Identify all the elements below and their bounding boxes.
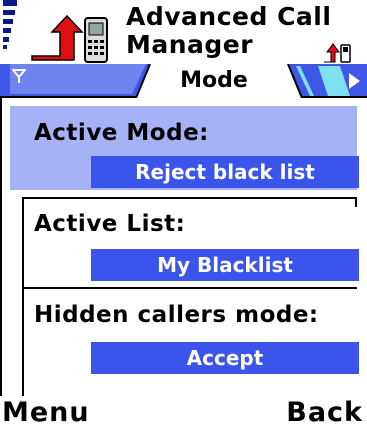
active-list-value[interactable]: My Blacklist (91, 249, 359, 281)
active-mode-value[interactable]: Reject black list (91, 156, 359, 188)
active-mode-label[interactable]: Active Mode: (34, 120, 209, 146)
app-title-line-2: Manager (126, 30, 254, 59)
divider (23, 197, 357, 199)
list-edge (22, 197, 24, 396)
phone-arrow-icon (30, 10, 115, 66)
small-phone-arrow-icon (322, 42, 352, 64)
tab-scroll-right-icon[interactable] (347, 73, 361, 89)
antenna-icon (10, 68, 28, 83)
frame-edge (0, 98, 2, 194)
menu-softkey[interactable]: Menu (2, 397, 90, 429)
active-list-label[interactable]: Active List: (34, 211, 185, 237)
hidden-callers-mode-label[interactable]: Hidden callers mode: (34, 302, 319, 328)
hidden-callers-mode-value[interactable]: Accept (91, 342, 359, 374)
divider (23, 287, 357, 289)
tab-mode[interactable]: Mode (139, 64, 289, 98)
list-edge-right (355, 197, 357, 207)
app-title-line-1: Advanced Call (126, 2, 332, 31)
signal-strength-icon (0, 0, 20, 50)
back-softkey[interactable]: Back (286, 397, 363, 429)
